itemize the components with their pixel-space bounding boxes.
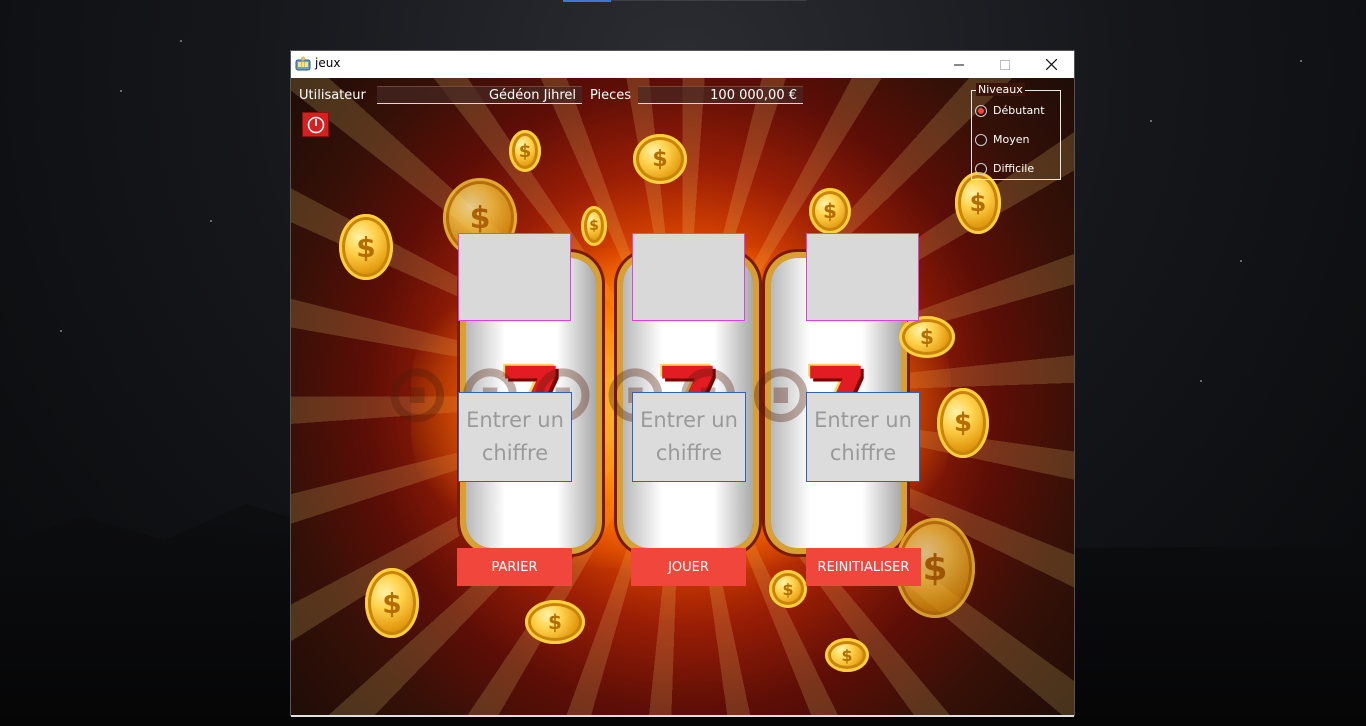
coin-icon: $ xyxy=(633,134,687,184)
radio-unchecked-icon xyxy=(975,162,987,175)
taskbar-active-indicator xyxy=(563,0,611,2)
radio-moyen[interactable]: Moyen xyxy=(975,133,1029,146)
coin-icon: $ xyxy=(365,568,419,638)
power-button[interactable] xyxy=(302,112,329,137)
levels-legend: Niveaux xyxy=(976,83,1025,96)
radio-unchecked-icon xyxy=(975,133,987,146)
power-icon xyxy=(307,116,324,133)
coins-balance-field[interactable]: 100 000,00 € xyxy=(638,86,803,104)
coin-icon: $ xyxy=(339,214,393,280)
user-label: Utilisateur xyxy=(299,88,366,103)
watermark-logo: ⊙⊙⊙⊙⊙⊙ xyxy=(383,346,820,441)
minimize-icon xyxy=(954,64,964,65)
slot-result-1 xyxy=(458,233,571,321)
slot-machine-icon xyxy=(295,56,311,71)
minimize-button[interactable] xyxy=(936,51,982,78)
app-window: jeux 7 7 7 $ $ $ $ $ $ $ $ $ $ $ $ $ $ ⊙… xyxy=(291,51,1074,715)
maximize-icon xyxy=(1000,59,1010,70)
window-bottom-border xyxy=(291,715,1074,717)
coin-icon: $ xyxy=(581,206,607,246)
game-area: 7 7 7 $ $ $ $ $ $ $ $ $ $ $ $ $ $ ⊙⊙⊙⊙⊙⊙… xyxy=(291,78,1074,715)
radio-debutant[interactable]: Débutant xyxy=(975,104,1045,117)
coins-label: Pieces xyxy=(590,88,632,103)
close-icon xyxy=(1045,59,1057,70)
coin-icon: $ xyxy=(825,638,869,672)
coin-icon: $ xyxy=(509,130,541,172)
titlebar[interactable]: jeux xyxy=(291,51,1074,78)
radio-label: Moyen xyxy=(993,133,1030,146)
slot-result-3 xyxy=(806,233,919,321)
coin-icon: $ xyxy=(955,172,1001,234)
window-title: jeux xyxy=(315,56,341,70)
number-input-1[interactable]: Entrer un chiffre xyxy=(458,392,572,482)
number-input-2[interactable]: Entrer un chiffre xyxy=(632,392,746,482)
play-button[interactable]: JOUER xyxy=(631,548,746,586)
coin-icon: $ xyxy=(525,600,585,644)
reset-button[interactable]: REINITIALISER xyxy=(806,548,921,586)
coin-icon: $ xyxy=(769,570,807,608)
maximize-button[interactable] xyxy=(982,51,1028,78)
coin-icon: $ xyxy=(899,316,955,358)
user-name-field[interactable]: Gédéon Jihrel xyxy=(377,86,582,104)
levels-group: Niveaux Débutant Moyen Difficile xyxy=(971,83,1061,180)
radio-label: Débutant xyxy=(993,104,1045,117)
coin-icon: $ xyxy=(937,388,989,458)
radio-label: Difficile xyxy=(993,162,1035,175)
bet-button[interactable]: PARIER xyxy=(457,548,572,586)
taskbar-divider xyxy=(611,0,806,1)
number-input-3[interactable]: Entrer un chiffre xyxy=(806,392,920,482)
close-button[interactable] xyxy=(1028,51,1074,78)
radio-checked-icon xyxy=(975,104,987,117)
coin-icon: $ xyxy=(809,188,851,234)
radio-difficile[interactable]: Difficile xyxy=(975,162,1034,175)
slot-result-2 xyxy=(632,233,745,321)
